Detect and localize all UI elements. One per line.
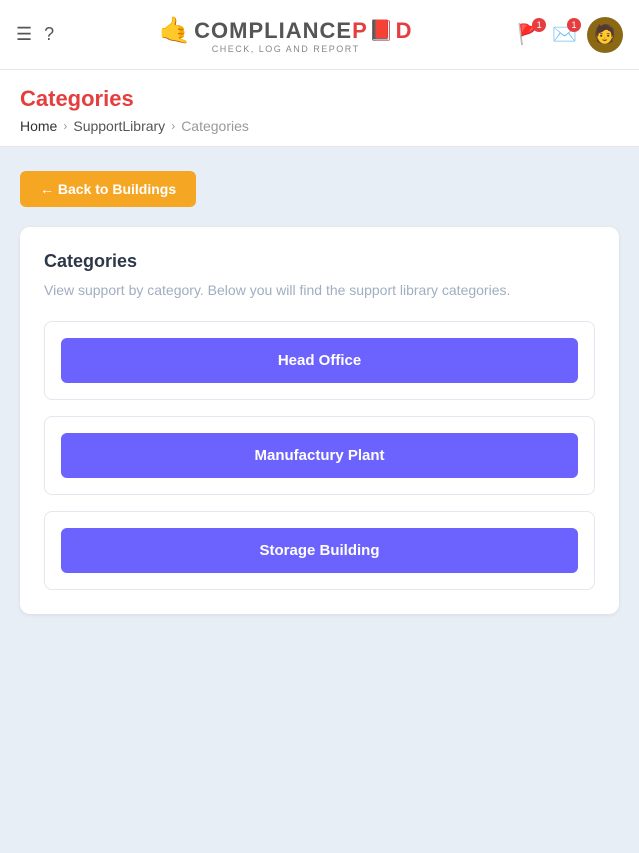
mail-button[interactable]: ✉️ 1	[552, 22, 577, 47]
content-area: ← Back to Buildings Categories View supp…	[0, 147, 639, 853]
avatar[interactable]: 🧑	[587, 17, 623, 53]
flag-badge: 1	[532, 18, 546, 32]
storage-building-button[interactable]: Storage Building	[61, 528, 578, 573]
flag-button[interactable]: 🚩 1	[517, 22, 542, 47]
categories-card: Categories View support by category. Bel…	[20, 227, 619, 614]
back-to-buildings-button[interactable]: ← Back to Buildings	[20, 171, 196, 207]
avatar-image: 🧑	[594, 24, 616, 45]
page-title: Categories	[20, 86, 619, 112]
breadcrumb-sep-1: ›	[63, 119, 67, 133]
app-header: ☰ ? 🤙 COMPLIANCE P 📕 D CHECK, LOG AND RE…	[0, 0, 639, 70]
logo-text: 🤙 COMPLIANCE P 📕 D	[159, 15, 413, 46]
logo-book-icon: 📕	[369, 18, 395, 43]
category-item-manufactury-plant: Manufactury Plant	[44, 416, 595, 495]
breadcrumb-home[interactable]: Home	[20, 118, 57, 134]
head-office-button[interactable]: Head Office	[61, 338, 578, 383]
manufactury-plant-button[interactable]: Manufactury Plant	[61, 433, 578, 478]
hamburger-icon[interactable]: ☰	[16, 24, 32, 45]
logo: 🤙 COMPLIANCE P 📕 D CHECK, LOG AND REPORT	[159, 15, 413, 54]
logo-d: D	[396, 18, 413, 44]
breadcrumb: Home › SupportLibrary › Categories	[20, 118, 619, 134]
header-left: ☰ ?	[16, 24, 54, 45]
categories-card-title: Categories	[44, 251, 595, 272]
logo-hand-icon: 🤙	[159, 15, 192, 46]
breadcrumb-sep-2: ›	[171, 119, 175, 133]
help-icon[interactable]: ?	[44, 24, 54, 45]
logo-tagline: CHECK, LOG AND REPORT	[212, 44, 360, 54]
page-header: Categories Home › SupportLibrary › Categ…	[0, 70, 639, 147]
category-item-storage-building: Storage Building	[44, 511, 595, 590]
logo-p: P	[352, 18, 368, 44]
mail-badge: 1	[567, 18, 581, 32]
logo-compliance-text: COMPLIANCE	[194, 18, 352, 44]
header-right: 🚩 1 ✉️ 1 🧑	[517, 17, 623, 53]
breadcrumb-support-library[interactable]: SupportLibrary	[73, 118, 165, 134]
breadcrumb-current: Categories	[181, 118, 249, 134]
categories-card-description: View support by category. Below you will…	[44, 280, 595, 301]
category-item-head-office: Head Office	[44, 321, 595, 400]
